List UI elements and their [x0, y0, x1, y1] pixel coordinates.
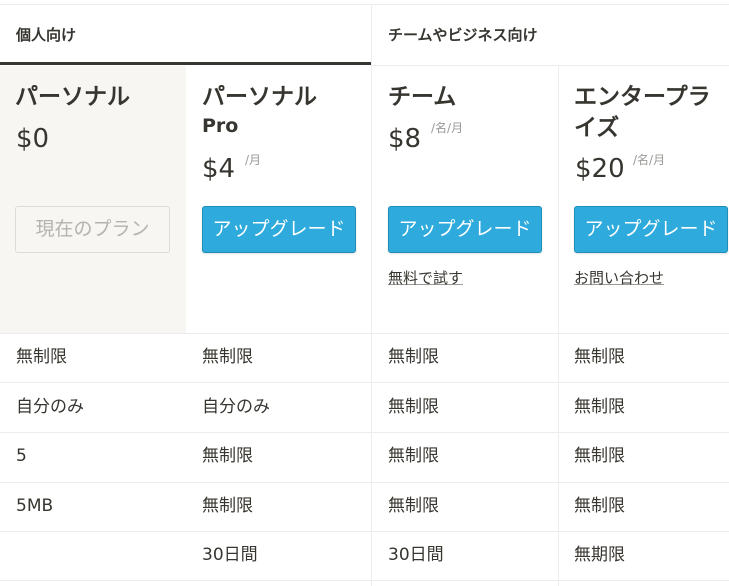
- upgrade-button-personal-pro[interactable]: アップグレード: [202, 206, 356, 253]
- plan-name-team: チーム: [388, 82, 456, 113]
- column-divider: [371, 66, 372, 586]
- price-unit: /名/月: [431, 121, 464, 135]
- row-divider: [0, 382, 729, 383]
- plan-price-team: $8: [388, 124, 422, 154]
- row-divider: [0, 580, 729, 581]
- upgrade-button-enterprise[interactable]: アップグレード: [574, 206, 728, 253]
- table-cell: 無期限: [574, 545, 625, 565]
- plan-price-personal: $0: [16, 124, 50, 154]
- plan-price-personal-pro: $4: [202, 154, 236, 184]
- table-cell: 無制限: [388, 397, 439, 417]
- table-cell: 無制限: [388, 347, 439, 367]
- table-cell: 無制限: [202, 496, 253, 516]
- price-unit: /月: [245, 153, 262, 167]
- table-cell: 30日間: [202, 545, 258, 565]
- table-cell: 自分のみ: [202, 397, 270, 417]
- table-cell: 30日間: [388, 545, 444, 565]
- plan-name-label: エンタープラ: [574, 84, 711, 110]
- plan-name-label: パーソナル: [15, 84, 130, 110]
- tab-team-business[interactable]: チームやビジネス向け: [388, 24, 538, 45]
- plan-name-personal-pro: パーソナル Pro: [202, 82, 317, 139]
- row-divider: [0, 432, 729, 433]
- table-cell: 5: [16, 446, 27, 466]
- plan-name-personal: パーソナル: [15, 82, 130, 113]
- table-cell: 無制限: [574, 347, 625, 367]
- tab-personal[interactable]: 個人向け: [16, 24, 76, 45]
- table-background: [0, 334, 186, 586]
- upgrade-button-team[interactable]: アップグレード: [388, 206, 542, 253]
- plan-name-label: チーム: [388, 84, 457, 110]
- plan-name-sub: Pro: [202, 115, 239, 137]
- active-tab-indicator: [0, 62, 371, 65]
- row-divider: [0, 482, 729, 483]
- price-unit: /名/月: [633, 153, 666, 167]
- table-cell: 無制限: [202, 347, 253, 367]
- plan-name-label: パーソナル: [202, 84, 317, 110]
- table-cell: 無制限: [574, 496, 625, 516]
- table-cell: 無制限: [388, 496, 439, 516]
- tab-bottom-divider: [371, 65, 729, 66]
- header-top-divider: [0, 4, 729, 5]
- free-trial-link[interactable]: 無料で試す: [388, 267, 463, 288]
- row-divider: [0, 531, 729, 532]
- table-cell: 無制限: [16, 347, 67, 367]
- tab-divider: [371, 4, 372, 66]
- plan-price-enterprise: $20: [575, 154, 625, 184]
- table-cell: 5MB: [16, 496, 54, 516]
- table-cell: 自分のみ: [16, 397, 84, 417]
- table-cell: 無制限: [388, 446, 439, 466]
- contact-us-link[interactable]: お問い合わせ: [574, 267, 664, 288]
- current-plan-button[interactable]: 現在のプラン: [15, 206, 170, 253]
- table-cell: 無制限: [202, 446, 253, 466]
- column-divider: [558, 66, 559, 586]
- row-divider: [0, 333, 729, 334]
- table-cell: 無制限: [574, 446, 625, 466]
- plan-name-enterprise: エンタープラ イズ: [574, 82, 711, 144]
- table-cell: 無制限: [574, 397, 625, 417]
- plan-name-sub: イズ: [574, 115, 620, 141]
